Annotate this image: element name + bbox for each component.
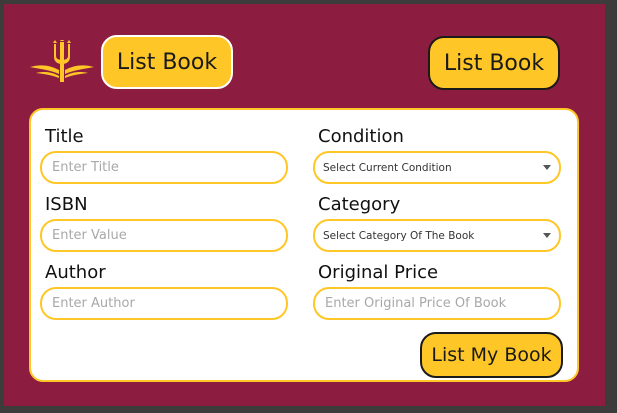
title-input[interactable] [40,151,288,184]
list-my-book-button[interactable]: List My Book [420,332,563,378]
author-input[interactable] [40,287,288,320]
isbn-input[interactable] [40,219,288,252]
pitchfork-logo-icon [30,40,94,82]
condition-select[interactable]: Select Current Condition [313,151,561,184]
isbn-label: ISBN [45,194,88,215]
list-book-form: Title Condition Select Current Condition… [29,108,579,382]
category-label: Category [318,194,401,215]
condition-label: Condition [318,126,404,147]
category-select[interactable]: Select Category Of The Book [313,219,561,252]
chevron-down-icon [543,165,551,170]
author-label: Author [45,262,106,283]
condition-select-value: Select Current Condition [323,161,452,174]
title-label: Title [45,126,84,147]
list-book-button-primary[interactable]: List Book [101,35,233,89]
app-frame: List Book List Book Title Condition Sele… [4,4,605,406]
category-select-value: Select Category Of The Book [323,229,475,242]
chevron-down-icon [543,233,551,238]
list-book-button-secondary[interactable]: List Book [428,36,560,90]
original-price-label: Original Price [318,262,439,283]
original-price-input[interactable] [313,287,561,320]
